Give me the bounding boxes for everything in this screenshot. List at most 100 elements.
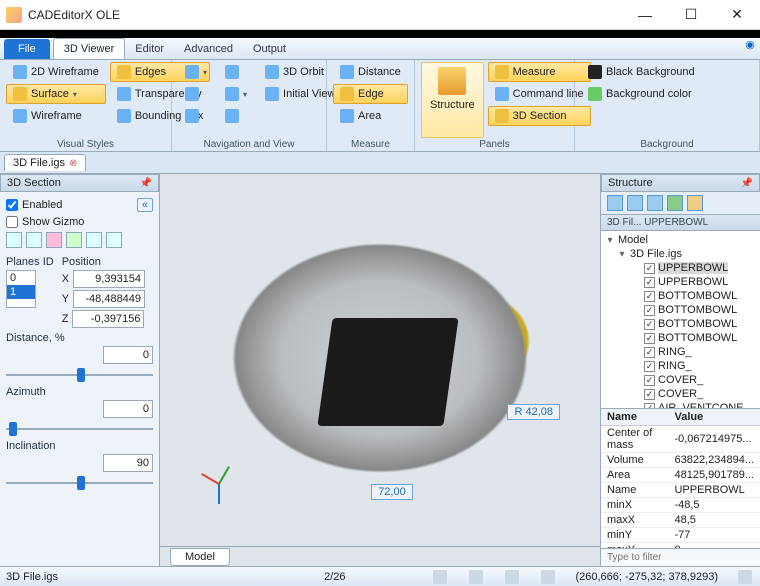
status-page: 2/26: [324, 571, 345, 583]
tool3-icon[interactable]: [46, 232, 62, 248]
tool1-icon[interactable]: [6, 232, 22, 248]
panel-title: 3D Section: [7, 177, 61, 189]
filter-input[interactable]: [601, 549, 760, 566]
btn-edge[interactable]: Edge: [333, 84, 408, 104]
sb-icon3[interactable]: [505, 570, 519, 584]
group-visual-styles: Visual Styles: [6, 138, 165, 151]
close-button[interactable]: ✕: [714, 0, 760, 30]
btn-distance[interactable]: Distance: [333, 62, 408, 82]
tab-model[interactable]: Model: [170, 548, 230, 566]
tab-editor[interactable]: Editor: [125, 38, 174, 59]
structure-tree[interactable]: ▾Model▾3D File.igs ✓UPPERBOWL ✓UPPERBOWL…: [601, 231, 760, 408]
sb-icon1[interactable]: [433, 570, 447, 584]
pos-z[interactable]: [72, 310, 144, 328]
btn-black-bg[interactable]: Black Background: [581, 62, 702, 82]
compass-icon: [225, 109, 239, 123]
tree-item[interactable]: UPPERBOWL: [658, 276, 728, 288]
distance-input[interactable]: [103, 346, 153, 364]
inclination-input[interactable]: [103, 454, 153, 472]
pos-x[interactable]: [73, 270, 145, 288]
area-icon: [340, 109, 354, 123]
structure-icon: [438, 67, 466, 95]
group-measure: Measure: [333, 138, 408, 151]
fit-icon: [225, 65, 239, 79]
3d-viewport[interactable]: R 42,08 72,00: [160, 174, 600, 546]
export-icon[interactable]: [687, 195, 703, 211]
tab-3d-viewer[interactable]: 3D Viewer: [53, 38, 126, 59]
tree-item[interactable]: RING_: [658, 360, 692, 372]
zoom-icon: [185, 109, 199, 123]
file-tab[interactable]: 3D File.igs⊗: [4, 154, 86, 171]
tool6-icon[interactable]: [106, 232, 122, 248]
black-bg-icon: [588, 65, 602, 79]
dim-radius: R 42,08: [507, 404, 560, 420]
tree-item[interactable]: RING_: [658, 346, 692, 358]
minimize-button[interactable]: —: [622, 0, 668, 30]
status-file: 3D File.igs: [6, 571, 58, 583]
cmd-icon: [495, 87, 509, 101]
tab-file[interactable]: File: [4, 39, 50, 59]
chk-enabled[interactable]: [6, 199, 18, 211]
bbox-icon: [117, 109, 131, 123]
columns-icon[interactable]: [627, 195, 643, 211]
btn-surface[interactable]: Surface▾: [6, 84, 106, 104]
pan-icon: [185, 87, 199, 101]
orbit-icon: [265, 65, 279, 79]
btn-nav3[interactable]: [178, 106, 214, 126]
tab-advanced[interactable]: Advanced: [174, 38, 243, 59]
maximize-button[interactable]: ☐: [668, 0, 714, 30]
tool4-icon[interactable]: [66, 232, 82, 248]
tree-item[interactable]: COVER_: [658, 388, 703, 400]
app-icon: [6, 7, 22, 23]
edge-icon: [340, 87, 354, 101]
breadcrumb[interactable]: 3D Fil... UPPERBOWL: [601, 215, 760, 231]
pin-icon[interactable]: 📌: [741, 178, 753, 189]
structure-toolbar: [601, 192, 760, 215]
tab-output[interactable]: Output: [243, 38, 296, 59]
panel-3d-section: 3D Section📌 Enabled « Show Gizmo Planes …: [0, 174, 160, 566]
menubar: File 3D Viewer Editor Advanced Output ◉: [0, 38, 760, 60]
pos-y[interactable]: [73, 290, 145, 308]
refresh-icon[interactable]: [667, 195, 683, 211]
btn-wireframe[interactable]: Wireframe: [6, 106, 106, 126]
collapse-icon[interactable]: «: [137, 198, 153, 212]
tree-item[interactable]: BOTTOMBOWL: [658, 332, 737, 344]
wireframe3d-icon: [13, 109, 27, 123]
tree-item[interactable]: BOTTOMBOWL: [658, 290, 737, 302]
help-icon[interactable]: ◉: [740, 38, 760, 59]
btn-nav6[interactable]: [218, 106, 254, 126]
btn-nav1[interactable]: ▾: [178, 62, 214, 82]
azimuth-slider[interactable]: [6, 420, 153, 438]
distance-slider[interactable]: [6, 366, 153, 384]
tool2-icon[interactable]: [26, 232, 42, 248]
inclination-slider[interactable]: [6, 474, 153, 492]
tree-icon[interactable]: [607, 195, 623, 211]
tree-item[interactable]: BOTTOMBOWL: [658, 318, 737, 330]
btn-2d-wireframe[interactable]: 2D Wireframe: [6, 62, 106, 82]
azimuth-input[interactable]: [103, 400, 153, 418]
pin-icon[interactable]: 📌: [140, 178, 152, 189]
surface-icon: [13, 87, 27, 101]
btn-structure-panel[interactable]: Structure: [421, 62, 484, 138]
sb-icon2[interactable]: [469, 570, 483, 584]
planes-list[interactable]: 0 1: [6, 270, 36, 308]
tree-item[interactable]: UPPERBOWL: [658, 262, 728, 274]
tool5-icon[interactable]: [86, 232, 102, 248]
btn-bg-color[interactable]: Background color: [581, 84, 702, 104]
chk-gizmo[interactable]: [6, 216, 18, 228]
btn-nav5[interactable]: ▾: [218, 84, 254, 104]
btn-nav4[interactable]: [218, 62, 254, 82]
btn-nav2[interactable]: [178, 84, 214, 104]
wireframe-icon: [13, 65, 27, 79]
sb-icon5[interactable]: [738, 570, 752, 584]
expand-icon[interactable]: [647, 195, 663, 211]
home-icon: [265, 87, 279, 101]
axis-triad: [200, 466, 240, 506]
tree-item[interactable]: COVER_: [658, 374, 703, 386]
rotate-icon: [185, 65, 199, 79]
section-cut: [318, 318, 459, 426]
tree-item[interactable]: BOTTOMBOWL: [658, 304, 737, 316]
sb-icon4[interactable]: [541, 570, 555, 584]
close-tab-icon[interactable]: ⊗: [69, 158, 77, 169]
btn-area[interactable]: Area: [333, 106, 408, 126]
